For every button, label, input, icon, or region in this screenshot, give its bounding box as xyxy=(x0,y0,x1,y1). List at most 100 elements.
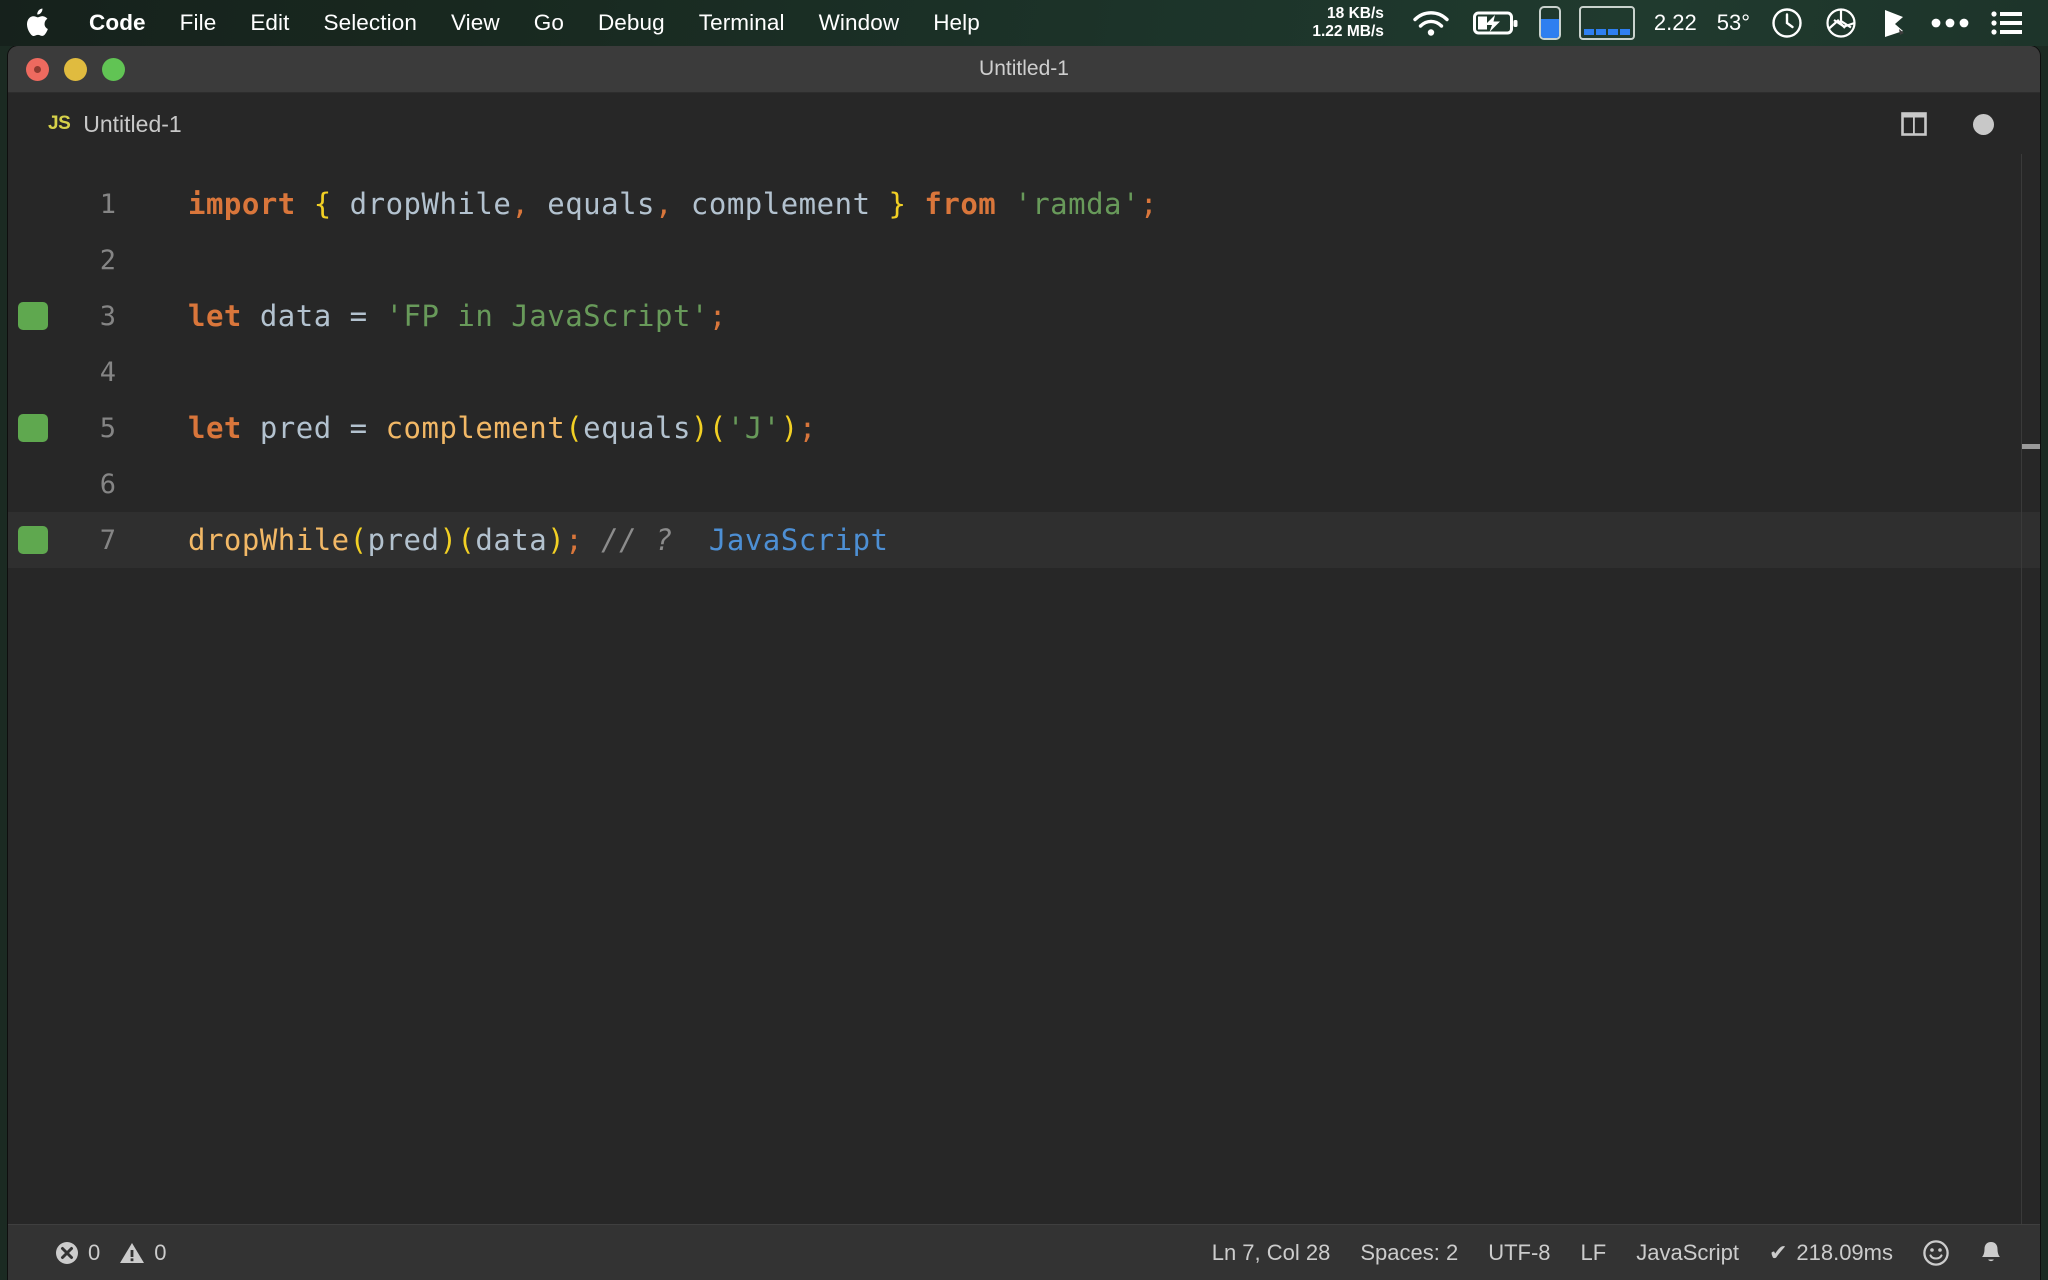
quokka-time-value: 218.09ms xyxy=(1796,1239,1893,1265)
status-notifications[interactable] xyxy=(1964,1225,2018,1280)
code-token: ; xyxy=(1139,187,1158,221)
aperture-icon[interactable] xyxy=(1825,7,1857,39)
ellipsis-icon[interactable] xyxy=(1931,18,1969,28)
battery-level-icon[interactable] xyxy=(1538,6,1561,40)
code-line[interactable]: 2 xyxy=(8,232,2040,288)
window-title-bar: Untitled-1 xyxy=(8,46,2040,93)
code-token: ) xyxy=(439,523,458,557)
status-cursor-position[interactable]: Ln 7, Col 28 xyxy=(1197,1225,1346,1280)
status-indentation[interactable]: Spaces: 2 xyxy=(1345,1225,1473,1280)
code-token: = xyxy=(349,411,368,445)
error-count: 0 xyxy=(88,1239,101,1265)
code-token: ( xyxy=(708,411,727,445)
code-line[interactable]: 4 xyxy=(8,344,2040,400)
status-quokka-runtime[interactable]: ✔ 218.09ms xyxy=(1754,1225,1908,1280)
menu-bar-left-group: Code File Edit Selection View Go Debug T… xyxy=(24,8,997,38)
menu-item-terminal[interactable]: Terminal xyxy=(682,10,802,36)
status-feedback[interactable] xyxy=(1908,1225,1964,1280)
code-token: // ? xyxy=(601,523,673,557)
code-token: complement xyxy=(385,411,566,445)
code-token: equals xyxy=(583,411,691,445)
editor-actions xyxy=(1901,93,2016,155)
bell-icon xyxy=(1979,1240,2003,1266)
list-menu-icon[interactable] xyxy=(1991,10,2023,36)
code-token: ; xyxy=(798,411,817,445)
warning-count: 0 xyxy=(154,1239,167,1265)
menu-item-selection[interactable]: Selection xyxy=(306,10,433,36)
smiley-icon xyxy=(1923,1239,1949,1266)
code-line-list: 1 import { dropWhile, equals, complement … xyxy=(8,176,2040,568)
code-token: { xyxy=(313,187,332,221)
code-line[interactable]: 7 dropWhile(pred)(data); // ? JavaScript xyxy=(8,512,2040,568)
network-speed-indicator[interactable]: 18 KB/s 1.22 MB/s xyxy=(1312,5,1384,41)
status-language-mode[interactable]: JavaScript xyxy=(1621,1225,1754,1280)
code-token: , xyxy=(655,187,673,221)
status-eol[interactable]: LF xyxy=(1566,1225,1622,1280)
warning-triangle-icon xyxy=(119,1241,145,1265)
code-token: from xyxy=(924,187,997,221)
code-token: ( xyxy=(457,523,476,557)
apple-logo-icon[interactable] xyxy=(24,8,50,38)
code-editor[interactable]: 1 import { dropWhile, equals, complement … xyxy=(8,154,2040,1224)
code-line-text: import { dropWhile, equals, complement }… xyxy=(130,187,1158,221)
menu-item-go[interactable]: Go xyxy=(517,10,581,36)
mac-menu-bar: Code File Edit Selection View Go Debug T… xyxy=(0,0,2048,46)
status-encoding[interactable]: UTF-8 xyxy=(1473,1225,1565,1280)
signal-bar-3 xyxy=(1607,29,1618,35)
code-token: = xyxy=(349,299,368,333)
menu-item-view[interactable]: View xyxy=(434,10,517,36)
code-line-text: let data = 'FP in JavaScript'; xyxy=(130,299,727,333)
code-line[interactable]: 1 import { dropWhile, equals, complement … xyxy=(8,176,2040,232)
menu-item-file[interactable]: File xyxy=(163,10,234,36)
menu-item-help[interactable]: Help xyxy=(916,10,997,36)
wifi-icon[interactable] xyxy=(1411,8,1451,38)
code-token: let xyxy=(188,299,242,333)
code-token: pred xyxy=(367,523,440,557)
editor-vertical-scrollbar[interactable] xyxy=(2022,154,2040,1224)
line-number: 6 xyxy=(99,468,116,500)
menu-item-edit[interactable]: Edit xyxy=(233,10,306,36)
code-line[interactable]: 5 let pred = complement(equals)('J'); xyxy=(8,400,2040,456)
menu-item-code[interactable]: Code xyxy=(72,10,163,36)
coverage-indicator xyxy=(18,526,48,554)
system-load-value[interactable]: 2.22 xyxy=(1654,10,1697,36)
zoom-button[interactable] xyxy=(102,57,125,81)
temperature-value[interactable]: 53° xyxy=(1717,10,1750,36)
code-token: ) xyxy=(690,411,709,445)
code-token: ( xyxy=(349,523,368,557)
code-token: , xyxy=(511,187,530,221)
code-token: ; xyxy=(708,299,727,333)
scrollbar-decoration-mark xyxy=(2022,444,2040,449)
status-problems[interactable]: 0 0 xyxy=(40,1225,182,1280)
javascript-file-icon: JS xyxy=(48,113,71,134)
signal-bars-icon[interactable] xyxy=(1578,6,1635,40)
clock-icon[interactable] xyxy=(1771,7,1803,39)
minimize-button[interactable] xyxy=(64,57,87,81)
code-line-text: dropWhile(pred)(data); // ? JavaScript xyxy=(130,523,889,557)
window-traffic-lights xyxy=(8,57,125,81)
code-line[interactable]: 3 let data = 'FP in JavaScript'; xyxy=(8,288,2040,344)
code-token: pred xyxy=(241,411,350,445)
unsaved-dot-icon[interactable] xyxy=(1973,113,1994,135)
signal-bar-2 xyxy=(1595,29,1606,35)
dropbox-icon[interactable] xyxy=(1879,7,1909,39)
tab-untitled-1[interactable]: JS Untitled-1 xyxy=(8,93,204,155)
menu-item-debug[interactable]: Debug xyxy=(581,10,682,36)
screen: Code File Edit Selection View Go Debug T… xyxy=(0,0,2048,1280)
coverage-indicator xyxy=(18,414,48,442)
close-button[interactable] xyxy=(26,57,49,81)
menu-bar-status-group: 18 KB/s 1.22 MB/s 2.22 53° xyxy=(1312,5,2034,41)
menu-item-window[interactable]: Window xyxy=(802,10,917,36)
code-token: dropWhile xyxy=(188,523,350,557)
code-token: 'FP in JavaScript' xyxy=(385,299,709,333)
code-token: ) xyxy=(547,523,566,557)
code-token: import xyxy=(188,187,296,221)
line-number: 1 xyxy=(99,188,116,220)
split-editor-icon[interactable] xyxy=(1901,112,1927,136)
code-token: dropWhile xyxy=(331,187,512,221)
code-line[interactable]: 6 xyxy=(8,456,2040,512)
tab-label: Untitled-1 xyxy=(83,110,182,137)
battery-charging-icon[interactable] xyxy=(1472,10,1519,36)
